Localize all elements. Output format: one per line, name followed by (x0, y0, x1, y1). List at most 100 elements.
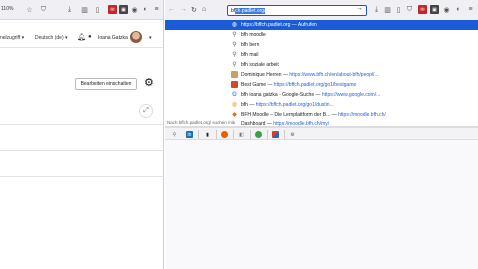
navigation-toolbar: ← → ↻ ⌂ bf ch.padlet.org / → ⤓ ▥ ▯ ⛉ ✉ ▣ ◉… (165, 0, 478, 20)
separator (216, 130, 217, 139)
suggestion-separator: — (290, 22, 298, 28)
suggestion-action: Aufrufen (297, 22, 317, 28)
colorful-site-icon[interactable] (272, 131, 279, 138)
right-browser-pane: ← → ↻ ⌂ bf ch.padlet.org / → ⤓ ▥ ▯ ⛉ ✉ ▣ ◉… (165, 0, 478, 269)
suggestion-row[interactable]: ◍ https://bffch.padlet.org — Aufrufen (165, 20, 478, 30)
search-icon[interactable]: ⚲ (171, 131, 178, 138)
suggestion-title: bfh soziale arbeit (241, 62, 279, 68)
extension-red-icon[interactable]: ✉ (108, 5, 117, 14)
sidebar-icon[interactable]: ▯ (394, 5, 403, 14)
tab-icon[interactable]: ◧ (238, 131, 245, 138)
download-icon[interactable]: ⤓ (372, 5, 381, 14)
url-autocomplete-selection: ch.padlet.org (235, 7, 265, 14)
eye-icon[interactable]: ◉ (130, 5, 139, 14)
bell-icon[interactable]: 🔔︎ (77, 33, 86, 41)
avatar[interactable] (130, 31, 142, 43)
suggestion-separator: — (314, 92, 322, 98)
settings-icon[interactable]: ⚙ (289, 131, 296, 138)
suggestion-title: Dominique Herren (241, 72, 282, 78)
search-with-note: Nach bffch.padlet.org/ suchen mit: (167, 120, 236, 125)
suggestion-title: bfh ioana gatzka - Google-Suche (241, 92, 315, 98)
go-arrow-icon[interactable]: → (356, 5, 363, 12)
suggestion-title: Best Game (241, 82, 267, 88)
search-icon: ⚲ (232, 52, 237, 58)
separator (250, 130, 251, 139)
suggestion-title: Dashboard (241, 120, 266, 127)
suggestion-separator: — (247, 102, 256, 108)
gear-icon[interactable]: ⚙ (144, 78, 154, 89)
access-dropdown[interactable]: nelzugriff ▾ (0, 35, 24, 41)
menu-icon[interactable]: ≡ (466, 5, 475, 14)
separator (233, 130, 234, 139)
divider (0, 47, 163, 48)
suggestion-row[interactable]: ◆ BFH Moodle – Die Lernplattform der B..… (165, 110, 478, 120)
suggestion-separator: — (266, 82, 274, 88)
firefox-icon[interactable] (221, 131, 228, 138)
search-icon: ⚲ (232, 62, 237, 68)
extension-red-icon[interactable]: ✉ (418, 5, 427, 14)
library-icon[interactable]: ▥ (80, 5, 89, 14)
suggestion-title: bfh mail (241, 52, 259, 58)
suggestion-title: https://bffch.padlet.org (241, 22, 291, 28)
extension-dark-icon[interactable]: ▣ (430, 5, 439, 14)
forward-icon[interactable]: → (180, 6, 187, 13)
linkedin-icon[interactable]: in (186, 131, 193, 138)
url-autocomplete-slash: / (264, 7, 266, 14)
edit-mode-button[interactable]: Bearbeiten einschalten (75, 78, 137, 90)
shield-icon[interactable]: ⛉ (405, 5, 414, 14)
suggestion-separator: — (330, 112, 338, 118)
account-icon[interactable]: ◐ (141, 5, 150, 14)
shield-icon[interactable]: ⛉ (39, 5, 48, 14)
suggestion-url: https://bffch.padlet.org/go1/dustin... (255, 102, 334, 108)
user-menu-caret[interactable]: ▾ (149, 35, 152, 41)
separator (198, 130, 199, 139)
suggestion-url: https://www.google.com/... (321, 92, 381, 98)
url-input[interactable]: bf ch.padlet.org / (227, 5, 367, 16)
divider (0, 176, 163, 177)
download-icon[interactable]: ⤓ (65, 5, 74, 14)
reload-icon[interactable]: ↻ (191, 6, 197, 14)
url-suggestions-dropdown: ◍ https://bffch.padlet.org — Aufrufen ⚲ … (165, 20, 478, 127)
eye-icon[interactable]: ◉ (442, 5, 451, 14)
suggestion-url: https://moodle.bfh.ch/my/ (273, 120, 330, 127)
fullscreen-icon[interactable]: ⤢ (139, 104, 153, 118)
user-name[interactable]: Ioana Gatzka (98, 35, 128, 41)
suggestion-row[interactable]: Dominique Herren — https://www.bfh.ch/en… (165, 70, 478, 80)
suggestion-title: bfh bern (241, 42, 260, 48)
back-icon[interactable]: ← (168, 6, 175, 13)
search-engine-bar: ⚲ in ▮ ◧ ⚙ (165, 127, 478, 140)
zoom-level[interactable]: 110% (1, 6, 13, 12)
suggestion-title: bfh (241, 102, 248, 108)
bookmark-icon[interactable]: ▮ (204, 131, 211, 138)
language-dropdown[interactable]: Deutsch (de) ▾ (35, 35, 68, 41)
suggestion-url: https://moodle.bfh.ch/ (338, 112, 386, 118)
search-icon: ⚲ (232, 42, 237, 48)
divider (0, 150, 163, 151)
sidebar-icon[interactable]: ▯ (93, 5, 102, 14)
left-browser-pane: 110% ☆ ⛉ ⤓ ▥ ▯ ✉ ▣ ◉ ◐ ≡ nelzugriff ▾ De… (0, 0, 164, 269)
home-icon[interactable]: ⌂ (202, 6, 206, 13)
suggestion-row[interactable]: ⚲ bfh soziale arbeit (165, 60, 478, 70)
padlet-icon: ◍ (231, 102, 238, 108)
suggestion-row[interactable]: ◍ bfh — https://bffch.padlet.org/go1/dus… (165, 100, 478, 110)
suggestion-title: BFH Moodle – Die Lernplattform der B... (241, 112, 331, 118)
library-icon[interactable]: ▥ (383, 5, 392, 14)
suggestion-title: bfh moodle (241, 32, 266, 38)
menu-icon[interactable]: ≡ (152, 5, 161, 14)
separator (284, 130, 285, 139)
account-icon[interactable]: ◐ (454, 5, 463, 14)
padlet-icon: ◍ (231, 22, 238, 28)
extension-dark-icon[interactable]: ▣ (119, 5, 128, 14)
suggestion-url: https://www.bfh.ch/en/about-bfh/peopl/..… (289, 72, 379, 78)
chat-icon[interactable]: ● (88, 34, 92, 40)
star-icon[interactable]: ☆ (25, 5, 34, 14)
suggestion-row[interactable]: ⚲ bfh moodle (165, 30, 478, 40)
suggestion-row[interactable]: Best Game — https://bffch.padlet.org/go1… (165, 80, 478, 90)
suggestion-url: https://bffch.padlet.org/go1/bestgame (273, 82, 357, 88)
suggestion-row[interactable]: G bfh ioana gatzka - Google-Suche — http… (165, 90, 478, 100)
extension-green-icon[interactable] (255, 131, 262, 138)
suggestion-row[interactable]: ⚲ bfh bern (165, 40, 478, 50)
suggestion-row[interactable]: ⚲ bfh mail (165, 50, 478, 60)
moodle-icon: ◆ (232, 112, 237, 118)
page-icon (231, 71, 238, 78)
